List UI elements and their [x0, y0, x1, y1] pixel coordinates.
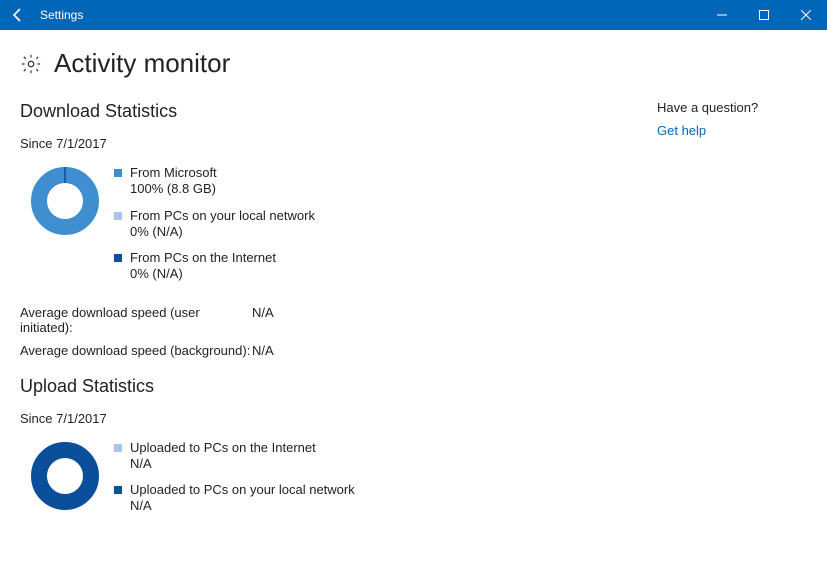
legend-item: Uploaded to PCs on your local network N/… — [114, 482, 355, 515]
legend-swatch — [114, 169, 122, 177]
minimize-button[interactable] — [701, 0, 743, 30]
gear-icon — [20, 53, 42, 75]
side-panel: Have a question? Get help — [657, 48, 807, 537]
minimize-icon — [717, 10, 727, 20]
titlebar: Settings — [0, 0, 827, 30]
legend-item: From Microsoft 100% (8.8 GB) — [114, 165, 315, 198]
speed-value: N/A — [252, 305, 292, 335]
maximize-button[interactable] — [743, 0, 785, 30]
page-header: Activity monitor — [20, 48, 657, 79]
legend-label: From Microsoft — [130, 165, 217, 181]
maximize-icon — [759, 10, 769, 20]
legend-value: N/A — [130, 456, 316, 472]
close-icon — [801, 10, 811, 20]
upload-since: Since 7/1/2017 — [20, 411, 657, 426]
download-donut-chart — [29, 165, 101, 237]
speed-label: Average download speed (user initiated): — [20, 305, 252, 335]
speed-row: Average download speed (user initiated):… — [20, 305, 657, 335]
legend-label: From PCs on the Internet — [130, 250, 276, 266]
legend-swatch — [114, 254, 122, 262]
get-help-link[interactable]: Get help — [657, 123, 797, 138]
window-controls — [701, 0, 827, 30]
page-title: Activity monitor — [54, 48, 230, 79]
legend-value: 0% (N/A) — [130, 224, 315, 240]
main-content: Activity monitor Download Statistics Sin… — [20, 48, 657, 537]
download-speeds: Average download speed (user initiated):… — [20, 305, 657, 358]
speed-label: Average download speed (background): — [20, 343, 252, 358]
upload-legend: Uploaded to PCs on the Internet N/A Uplo… — [110, 440, 355, 525]
upload-stats: Uploaded to PCs on the Internet N/A Uplo… — [20, 440, 657, 525]
legend-item: From PCs on your local network 0% (N/A) — [114, 208, 315, 241]
download-heading: Download Statistics — [20, 101, 657, 122]
upload-heading: Upload Statistics — [20, 376, 657, 397]
side-heading: Have a question? — [657, 100, 797, 115]
legend-swatch — [114, 444, 122, 452]
upload-donut-chart — [29, 440, 101, 512]
legend-swatch — [114, 486, 122, 494]
back-button[interactable] — [0, 0, 36, 30]
legend-label: From PCs on your local network — [130, 208, 315, 224]
speed-value: N/A — [252, 343, 292, 358]
close-button[interactable] — [785, 0, 827, 30]
speed-row: Average download speed (background): N/A — [20, 343, 657, 358]
legend-label: Uploaded to PCs on the Internet — [130, 440, 316, 456]
legend-swatch — [114, 212, 122, 220]
legend-value: 0% (N/A) — [130, 266, 276, 282]
legend-value: 100% (8.8 GB) — [130, 181, 217, 197]
legend-label: Uploaded to PCs on your local network — [130, 482, 355, 498]
download-legend: From Microsoft 100% (8.8 GB) From PCs on… — [110, 165, 315, 293]
download-stats: From Microsoft 100% (8.8 GB) From PCs on… — [20, 165, 657, 293]
download-since: Since 7/1/2017 — [20, 136, 657, 151]
arrow-left-icon — [10, 7, 26, 23]
legend-value: N/A — [130, 498, 355, 514]
window-title: Settings — [36, 8, 83, 22]
legend-item: Uploaded to PCs on the Internet N/A — [114, 440, 355, 473]
legend-item: From PCs on the Internet 0% (N/A) — [114, 250, 315, 283]
